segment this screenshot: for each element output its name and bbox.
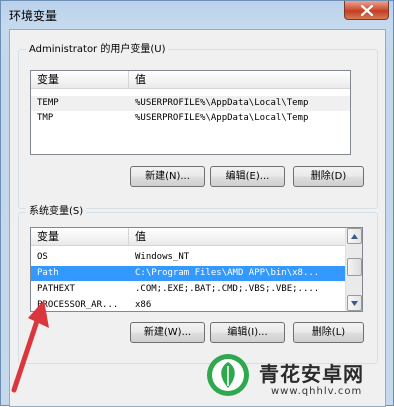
column-header-value[interactable]: 值 (129, 71, 350, 89)
system-delete-button[interactable]: 删除(L) (293, 322, 364, 343)
system-edit-button[interactable]: 编辑(I)... (210, 322, 285, 343)
variable-name: TMP (37, 113, 54, 123)
list-item[interactable]: PROCESSOR_AR... x86 (31, 298, 347, 311)
close-icon (360, 4, 373, 16)
list-item[interactable]: TMP %USERPROFILE%\AppData\Local\Temp (31, 111, 350, 126)
user-edit-button[interactable]: 编辑(E)... (210, 166, 285, 187)
variable-value: Windows_NT (135, 252, 190, 262)
variable-value: .COM;.EXE;.BAT;.CMD;.VBS;.VBE;.... (135, 284, 320, 294)
environment-variables-dialog: 环境变量 Administrator 的用户变量(U) 变量 值 TEMP %U… (0, 0, 394, 407)
variable-name: OS (37, 252, 48, 262)
system-variables-list[interactable]: 变量 值 OS Windows_NT Path C:\Program Files… (30, 227, 363, 312)
variable-value: %USERPROFILE%\AppData\Local\Temp (135, 98, 309, 108)
title-bar[interactable]: 环境变量 (1, 1, 393, 27)
list-header: 变量 值 (31, 228, 347, 246)
window-title: 环境变量 (9, 9, 58, 23)
vertical-scrollbar[interactable] (345, 228, 362, 311)
variable-name: Path (37, 268, 59, 278)
system-variables-label: 系统变量(S) (26, 206, 87, 218)
variable-name: TEMP (37, 98, 59, 108)
user-delete-button[interactable]: 删除(D) (293, 166, 364, 187)
watermark-logo-icon (207, 354, 249, 396)
system-new-button[interactable]: 新建(W)... (130, 322, 205, 343)
site-watermark: 青花安卓网 www.qhhlv.com (205, 352, 394, 404)
watermark-url: www.qhhlv.com (271, 386, 363, 397)
list-item[interactable]: OS Windows_NT (31, 250, 347, 265)
column-header-variable[interactable]: 变量 (31, 228, 129, 246)
list-item-selected[interactable]: Path C:\Program Files\AMD APP\bin\x8... (31, 266, 347, 281)
list-item[interactable]: PATHEXT .COM;.EXE;.BAT;.CMD;.VBS;.VBE;..… (31, 282, 347, 297)
column-header-variable[interactable]: 变量 (31, 71, 129, 89)
dialog-client-area: Administrator 的用户变量(U) 变量 值 TEMP %USERPR… (9, 29, 386, 407)
variable-name: PATHEXT (37, 284, 75, 294)
chevron-down-icon (351, 300, 358, 306)
red-arrow-annotation (11, 300, 49, 393)
close-button[interactable] (344, 1, 389, 20)
scroll-up-button[interactable] (347, 228, 362, 244)
user-variables-label: Administrator 的用户变量(U) (26, 44, 169, 56)
list-item[interactable]: TEMP %USERPROFILE%\AppData\Local\Temp (31, 96, 350, 111)
scroll-thumb[interactable] (347, 258, 362, 276)
variable-value: x86 (135, 300, 152, 310)
user-variables-list[interactable]: 变量 值 TEMP %USERPROFILE%\AppData\Local\Te… (30, 70, 351, 155)
chevron-up-icon (351, 233, 358, 239)
variable-value: C:\Program Files\AMD APP\bin\x8... (135, 268, 320, 278)
list-header: 变量 值 (31, 71, 350, 89)
watermark-name: 青花安卓网 (259, 362, 364, 386)
column-header-value[interactable]: 值 (129, 228, 347, 246)
scroll-down-button[interactable] (347, 295, 362, 311)
user-new-button[interactable]: 新建(N)... (130, 166, 205, 187)
variable-value: %USERPROFILE%\AppData\Local\Temp (135, 113, 309, 123)
